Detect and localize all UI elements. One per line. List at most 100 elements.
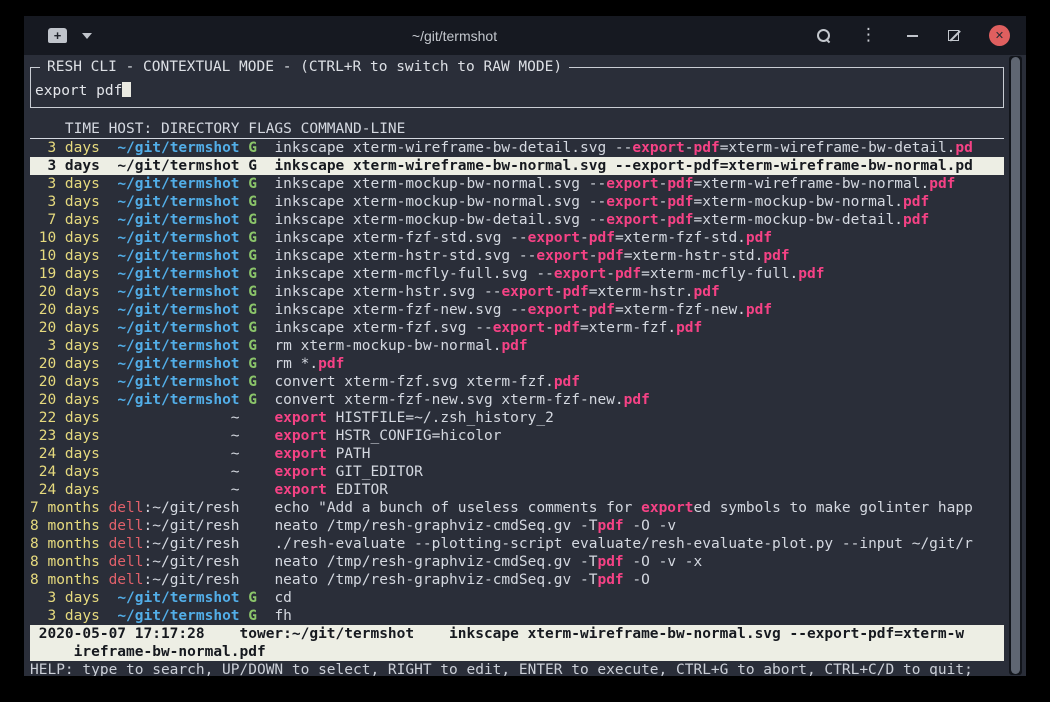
row-padding [100,284,117,300]
row-command-match: export [536,248,588,264]
row-command-match: pdf [746,230,772,246]
history-row[interactable]: 8 months dell:~/git/resh neato /tmp/resh… [30,553,1004,571]
row-command-text: inkscape xterm-wireframe-bw-detail.svg -… [274,140,632,156]
row-time: 8 months [30,536,100,552]
history-row[interactable]: 24 days ~ export PATH [30,445,1004,463]
row-directory: :~/git/resh [144,536,240,552]
row-command-text: ./resh-evaluate --plotting-script evalua… [274,536,972,552]
search-icon[interactable] [817,29,830,42]
row-flag [240,410,275,426]
row-flag: G [240,140,275,156]
row-time: 7 days [30,212,100,228]
row-command-text: inkscape xterm-mcfly-full.svg -- [274,266,553,282]
row-padding [100,608,117,624]
history-row[interactable]: 19 days ~/git/termshot G inkscape xterm-… [30,265,1004,283]
row-time: 22 days [30,410,100,426]
menu-kebab-icon[interactable]: ⋮ [860,27,877,44]
row-time: 3 days [30,176,100,192]
new-tab-button[interactable]: + [48,28,67,43]
row-time: 20 days [30,356,100,372]
history-row[interactable]: 24 days ~ export GIT_EDITOR [30,463,1004,481]
row-time: 3 days [30,608,100,624]
row-command-match: pdf [624,392,650,408]
row-flag: G [240,176,275,192]
history-row[interactable]: 23 days ~ export HSTR_CONFIG=hicolor [30,427,1004,445]
history-row[interactable]: 20 days ~/git/termshot G convert xterm-f… [30,391,1004,409]
titlebar-left-group: + [48,28,92,43]
history-row[interactable]: 8 months dell:~/git/resh neato /tmp/resh… [30,571,1004,589]
row-padding [100,158,117,174]
row-flag [240,464,275,480]
row-time: 8 months [30,518,100,534]
row-command-text: HSTR_CONFIG=hicolor [327,428,502,444]
row-command-match: pdf [318,356,344,372]
row-flag: G [240,590,275,606]
history-row[interactable]: 7 months dell:~/git/resh echo "Add a bun… [30,499,1004,517]
row-command-match: export [501,284,553,300]
row-padding [100,248,117,264]
row-flag: G [240,284,275,300]
history-row[interactable]: 20 days ~/git/termshot G convert xterm-f… [30,373,1004,391]
history-row[interactable]: 3 days ~/git/termshot G inkscape xterm-m… [30,193,1004,211]
scrollbar-thumb[interactable] [1011,57,1020,674]
history-row[interactable]: 20 days ~/git/termshot G rm *.pdf [30,355,1004,373]
row-command-match: pdf [667,176,693,192]
row-padding [100,500,109,516]
text-cursor [122,82,131,97]
history-row[interactable]: 10 days ~/git/termshot G inkscape xterm-… [30,229,1004,247]
history-row[interactable]: 22 days ~ export HISTFILE=~/.zsh_history… [30,409,1004,427]
history-row[interactable]: 8 months dell:~/git/resh neato /tmp/resh… [30,517,1004,535]
history-row-selected[interactable]: 3 days ~/git/termshot G inkscape xterm-w… [30,157,1004,175]
row-directory: ~ [231,428,240,444]
row-padding [100,176,117,192]
row-padding [100,230,117,246]
row-command-text: inkscape xterm-hstr-std.svg -- [274,248,536,264]
terminal-window: + ~/git/termshot ⋮ ✕ RESH CLI - CONTEXTU… [24,16,1026,676]
close-button[interactable]: ✕ [989,25,1010,46]
row-command-match: export [641,500,693,516]
row-command-text: =xterm-mockup-bw-detail. [694,212,904,228]
history-row[interactable]: 20 days ~/git/termshot G inkscape xterm-… [30,319,1004,337]
history-row[interactable]: 7 days ~/git/termshot G inkscape xterm-m… [30,211,1004,229]
row-command-text: neato /tmp/resh-graphviz-cmdSeq.gv -T [274,554,597,570]
row-command-text: echo "Add a bunch of useless comments fo… [274,500,641,516]
row-time: 23 days [30,428,100,444]
history-row[interactable]: 3 days ~/git/termshot G cd [30,589,1004,607]
row-command-text: - [554,284,563,300]
row-command-text: - [580,230,589,246]
history-row[interactable]: 10 days ~/git/termshot G inkscape xterm-… [30,247,1004,265]
history-row[interactable]: 3 days ~/git/termshot G rm xterm-mockup-… [30,337,1004,355]
row-directory: ~/git/termshot [117,302,239,318]
row-command-match: pdf [597,572,623,588]
row-command-match: pd [955,158,972,174]
row-command-match: export [528,230,580,246]
history-list: 3 days ~/git/termshot G inkscape xterm-w… [30,139,1004,625]
row-command-text: -O -v -x [624,554,703,570]
prompt-box-title: RESH CLI - CONTEXTUAL MODE - (CTRL+R to … [40,58,569,76]
history-row[interactable]: 20 days ~/git/termshot G inkscape xterm-… [30,301,1004,319]
row-flag: G [240,356,275,372]
history-row[interactable]: 3 days ~/git/termshot G fh [30,607,1004,625]
history-row[interactable]: 24 days ~ export EDITOR [30,481,1004,499]
chevron-down-icon[interactable] [82,33,92,39]
terminal-screen[interactable]: RESH CLI - CONTEXTUAL MODE - (CTRL+R to … [24,55,1026,676]
history-row[interactable]: 8 months dell:~/git/resh ./resh-evaluate… [30,535,1004,553]
history-row[interactable]: 3 days ~/git/termshot G inkscape xterm-m… [30,175,1004,193]
history-row[interactable]: 3 days ~/git/termshot G inkscape xterm-w… [30,139,1004,157]
row-command-text: =xterm-wireframe-bw-detail. [720,140,956,156]
row-command-match: pdf [597,248,623,264]
minimize-button[interactable] [907,35,918,37]
row-command-text: inkscape xterm-mockup-bw-normal.svg -- [274,194,606,210]
restore-button[interactable] [948,30,959,41]
history-row[interactable]: 20 days ~/git/termshot G inkscape xterm-… [30,283,1004,301]
row-command-match: pdf [554,320,580,336]
terminal-content: RESH CLI - CONTEXTUAL MODE - (CTRL+R to … [24,55,1026,676]
row-padding [100,410,231,426]
row-command-text: =xterm-wireframe-bw-normal. [694,176,930,192]
row-command-text: =xterm-fzf-std. [615,230,746,246]
row-flag [240,428,275,444]
row-directory: ~/git/termshot [117,392,239,408]
row-directory: :~/git/resh [144,500,240,516]
row-host: dell [109,518,144,534]
row-host: dell [109,572,144,588]
